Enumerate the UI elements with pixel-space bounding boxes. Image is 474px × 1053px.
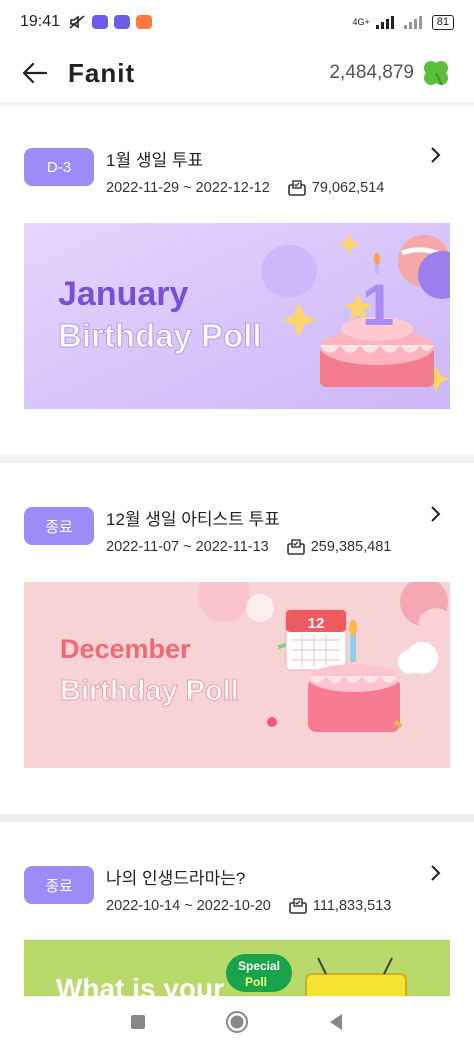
- signal-icon: [375, 16, 394, 29]
- system-back-button[interactable]: [328, 1013, 344, 1036]
- square-icon: [130, 1015, 145, 1029]
- triangle-back-icon: [330, 1014, 343, 1030]
- section-divider: [0, 814, 474, 822]
- poll-period: 2022-10-14 ~ 2022-10-20: [106, 898, 271, 914]
- poll-banner[interactable]: December Birthday Poll 12: [24, 582, 450, 768]
- poll-card[interactable]: 종료 나의 인생드라마는? 2022-10-14 ~ 2022-10-20 11…: [0, 864, 474, 996]
- vote-count: 111,833,513: [312, 898, 392, 914]
- poll-card[interactable]: 종료 12월 생일 아티스트 투표 2022-11-07 ~ 2022-11-1…: [0, 505, 474, 768]
- page-title: Fanit: [68, 57, 136, 88]
- banner-number: 12: [308, 615, 325, 632]
- poll-period: 2022-11-07 ~ 2022-11-13: [106, 539, 269, 555]
- ballot-box-icon: [287, 180, 306, 196]
- app-notification-icon: [92, 15, 109, 29]
- battery-indicator: 81: [431, 14, 454, 30]
- poll-period: 2022-11-29 ~ 2022-12-12: [106, 180, 270, 196]
- app-notification-icon: [136, 15, 153, 29]
- chevron-right-icon[interactable]: [430, 146, 442, 169]
- section-divider: [0, 455, 474, 463]
- points-value: 2,484,879: [329, 62, 414, 83]
- banner-tag-line2: Poll: [245, 975, 267, 989]
- banner-title-line1: December: [60, 634, 191, 664]
- ballot-box-icon: [286, 539, 305, 555]
- banner-tag-line1: Special: [238, 959, 280, 973]
- poll-card[interactable]: D-3 1월 생일 투표 2022-11-29 ~ 2022-12-12 79,…: [0, 146, 474, 409]
- banner-illustration: January Birthday Poll 1: [24, 223, 450, 409]
- signal-icon-2: [403, 16, 422, 29]
- points-display[interactable]: 2,484,879: [329, 57, 452, 89]
- chevron-right-icon[interactable]: [430, 864, 442, 887]
- poll-title: 1월 생일 투표: [106, 151, 204, 170]
- home-button[interactable]: [225, 1010, 249, 1039]
- vote-count: 259,385,481: [310, 539, 392, 555]
- poll-banner[interactable]: What is your Special Poll: [24, 940, 450, 996]
- banner-title-line2: Birthday Poll: [58, 317, 262, 354]
- app-notification-icon: [114, 15, 131, 29]
- recent-apps-button[interactable]: [130, 1014, 146, 1035]
- banner-title-line1: What is your: [56, 973, 224, 996]
- banner-illustration: What is your Special Poll: [24, 940, 450, 996]
- vote-count: 79,062,514: [311, 180, 385, 196]
- arrow-left-icon: [22, 62, 48, 84]
- ballot-box-icon: [289, 898, 307, 914]
- status-time: 19:41: [20, 13, 61, 30]
- status-badge: 종료: [24, 507, 94, 545]
- back-button[interactable]: [22, 58, 52, 88]
- status-badge: 종료: [24, 866, 94, 904]
- circle-icon: [225, 1011, 248, 1033]
- status-badge: D-3: [24, 148, 94, 186]
- appbar-shadow: [0, 102, 474, 108]
- status-bar: 19:41 4G+ 81: [0, 0, 474, 44]
- banner-title-line1: January: [58, 275, 188, 313]
- banner-title-line2: Birthday Poll: [60, 675, 239, 707]
- system-nav-bar: [0, 996, 474, 1053]
- poll-title: 나의 인생드라마는?: [106, 869, 246, 888]
- chevron-right-icon[interactable]: [430, 505, 442, 528]
- poll-banner[interactable]: January Birthday Poll 1: [24, 223, 450, 409]
- poll-title: 12월 생일 아티스트 투표: [106, 510, 280, 529]
- network-label: 4G+: [352, 17, 370, 27]
- mute-icon: [69, 15, 85, 29]
- clover-icon: [424, 61, 448, 86]
- banner-illustration: December Birthday Poll 12: [24, 582, 450, 768]
- app-bar: Fanit 2,484,879: [0, 44, 474, 102]
